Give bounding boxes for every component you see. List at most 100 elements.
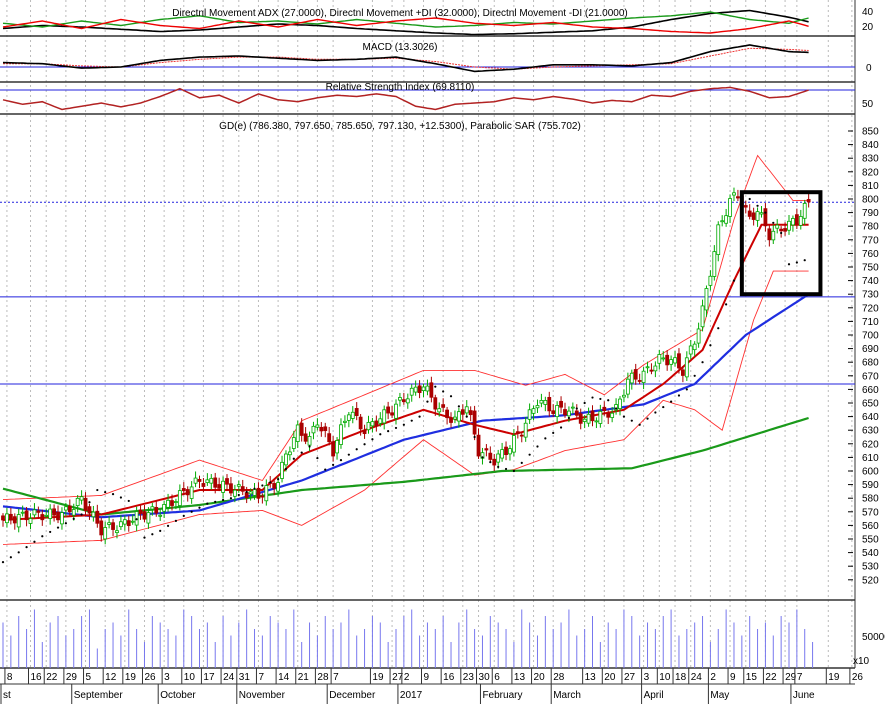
candle-body xyxy=(122,519,127,525)
parabolic-sar-dot xyxy=(559,426,563,429)
panel-separators xyxy=(0,0,856,669)
month-tick-label: October xyxy=(160,690,196,701)
candle-body xyxy=(468,410,473,416)
price-tick-label: 770 xyxy=(862,235,879,246)
parabolic-sar-dot xyxy=(245,490,248,493)
candle-body xyxy=(44,514,49,517)
parabolic-sar-dot xyxy=(1,561,5,564)
parabolic-sar-dot xyxy=(662,405,665,409)
price-tick-label: 530 xyxy=(862,562,879,573)
price-tick-label: 710 xyxy=(862,317,879,328)
price-tick-label: 520 xyxy=(862,575,879,586)
volume-panel xyxy=(2,609,814,668)
parabolic-sar-dot xyxy=(630,419,633,422)
price-tick-label: 680 xyxy=(862,358,879,369)
candle-body xyxy=(63,506,68,511)
parabolic-sar-dot xyxy=(410,419,413,422)
day-tick-label: 30 xyxy=(479,672,491,683)
price-tick-label: 600 xyxy=(862,467,879,478)
parabolic-sar-dot xyxy=(371,438,374,441)
candle-body xyxy=(771,230,776,241)
price-tick-label: 740 xyxy=(862,276,879,287)
parabolic-sar-dot xyxy=(363,443,366,446)
parabolic-sar-dot xyxy=(544,437,547,440)
candle-body xyxy=(688,345,693,355)
candle-body xyxy=(189,486,194,499)
candle-body xyxy=(787,220,791,231)
price-tick-label: 670 xyxy=(862,371,879,382)
candle-body xyxy=(323,426,328,432)
month-tick-label: 2017 xyxy=(400,690,423,701)
price-tick-label: 660 xyxy=(862,385,879,396)
candle-body xyxy=(67,505,72,513)
candle-body xyxy=(287,451,292,456)
parabolic-sar-dot xyxy=(434,385,437,388)
day-tick-label: 18 xyxy=(675,672,687,683)
candle-body xyxy=(673,357,677,364)
candle-body xyxy=(162,504,167,512)
candle-body xyxy=(445,409,449,419)
parabolic-sar-dot xyxy=(292,457,295,460)
candle-body xyxy=(641,370,646,383)
price-tick-label: 730 xyxy=(862,290,879,301)
parabolic-sar-dot xyxy=(504,467,508,471)
candle-body xyxy=(488,452,493,460)
candle-body xyxy=(185,489,190,496)
parabolic-sar-dot xyxy=(795,261,798,264)
candle-body xyxy=(217,484,222,489)
candle-body xyxy=(751,212,756,220)
candle-body xyxy=(437,408,442,413)
parabolic-sar-dot xyxy=(394,426,398,430)
parabolic-sar-dot xyxy=(552,431,555,435)
parabolic-sar-dot xyxy=(72,517,75,520)
candle-body xyxy=(570,406,575,409)
rsi-title: Relative Strength Index (69.8110) xyxy=(326,82,475,93)
day-tick-label: 16 xyxy=(443,672,455,683)
parabolic-sar-dot xyxy=(709,344,712,347)
parabolic-sar-dot xyxy=(591,396,594,399)
candle-body xyxy=(578,413,583,424)
candle-body xyxy=(60,512,64,525)
candle-body xyxy=(743,205,748,208)
rsi-tick-label: 50 xyxy=(862,99,874,110)
candle-body xyxy=(209,477,214,484)
day-tick-label: 20 xyxy=(534,672,546,683)
day-tick-label: 19 xyxy=(372,672,384,683)
candle-body xyxy=(350,411,355,419)
candle-body xyxy=(504,446,508,456)
macd-title: MACD (13.3026) xyxy=(362,42,437,53)
bollinger-lower-line xyxy=(2,270,809,545)
candle-body xyxy=(779,228,784,232)
candle-body xyxy=(177,490,182,506)
candle-body xyxy=(401,399,406,403)
parabolic-sar-dot xyxy=(166,524,170,527)
day-tick-label: 22 xyxy=(46,672,58,683)
month-tick-label: May xyxy=(710,690,729,701)
day-tick-label: 15 xyxy=(746,672,758,683)
highlight-box xyxy=(739,190,823,297)
candle-body xyxy=(130,520,135,523)
candle-body xyxy=(327,433,332,443)
candle-body xyxy=(276,482,281,492)
candle-body xyxy=(802,203,807,219)
parabolic-sar-dot xyxy=(387,430,390,433)
parabolic-sar-dot xyxy=(402,423,405,426)
parabolic-sar-dot xyxy=(159,529,162,532)
parabolic-sar-dot xyxy=(25,546,28,549)
parabolic-sar-dot xyxy=(764,211,767,214)
parabolic-sar-dot xyxy=(332,463,335,466)
day-tick-label: 7 xyxy=(797,672,803,683)
candle-body xyxy=(272,483,277,489)
parabolic-sar-dot xyxy=(567,416,571,420)
parabolic-sar-dot xyxy=(111,493,115,496)
main-title: GD(e) (786.380, 797.650, 785.650, 797.13… xyxy=(219,121,581,132)
parabolic-sar-dot xyxy=(64,522,67,525)
candle-body xyxy=(354,408,359,417)
parabolic-sar-dot xyxy=(449,395,453,398)
parabolic-sar-dot xyxy=(787,263,791,266)
price-tick-label: 640 xyxy=(862,412,879,423)
candle-body xyxy=(28,518,33,524)
candle-body xyxy=(700,305,705,328)
candle-body xyxy=(213,477,218,488)
price-tick-label: 570 xyxy=(862,507,879,518)
